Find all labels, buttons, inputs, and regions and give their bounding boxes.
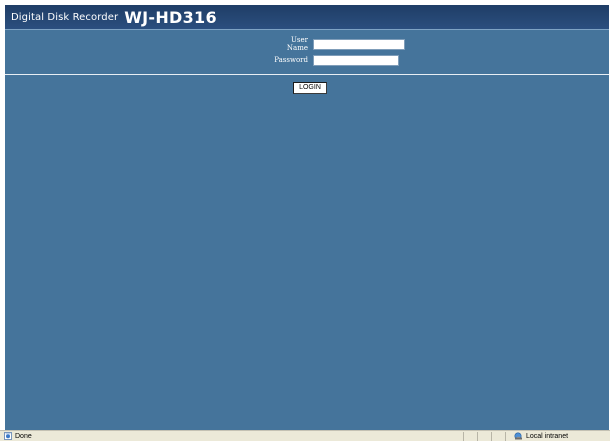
status-bar: Done Local intranet — [0, 430, 610, 441]
status-panel — [463, 431, 477, 441]
divider — [5, 74, 609, 75]
password-row: Password — [274, 53, 399, 67]
login-form: User Name Password — [5, 35, 609, 75]
zone-text: Local intranet — [526, 432, 569, 440]
username-label: User Name — [286, 36, 308, 52]
ie-page-icon — [4, 432, 12, 440]
status-panel — [491, 431, 505, 441]
product-subtitle: Digital Disk Recorder — [11, 11, 119, 23]
password-label: Password — [274, 56, 308, 64]
security-zone[interactable]: Local intranet — [505, 431, 600, 441]
status-text: Done — [15, 432, 32, 440]
browser-window: Digital Disk Recorder WJ-HD316 User Name… — [0, 0, 610, 441]
username-input[interactable] — [313, 38, 405, 50]
model-title: WJ-HD316 — [124, 7, 217, 27]
username-row: User Name — [274, 36, 405, 52]
status-panel — [477, 431, 491, 441]
local-intranet-icon — [514, 432, 523, 440]
password-input[interactable] — [313, 54, 399, 66]
resize-grip[interactable] — [600, 432, 610, 441]
page-header: Digital Disk Recorder WJ-HD316 — [5, 5, 609, 30]
status-left: Done — [0, 432, 463, 440]
login-button[interactable]: LOGIN — [293, 82, 327, 94]
page-content: Digital Disk Recorder WJ-HD316 User Name… — [5, 5, 609, 430]
